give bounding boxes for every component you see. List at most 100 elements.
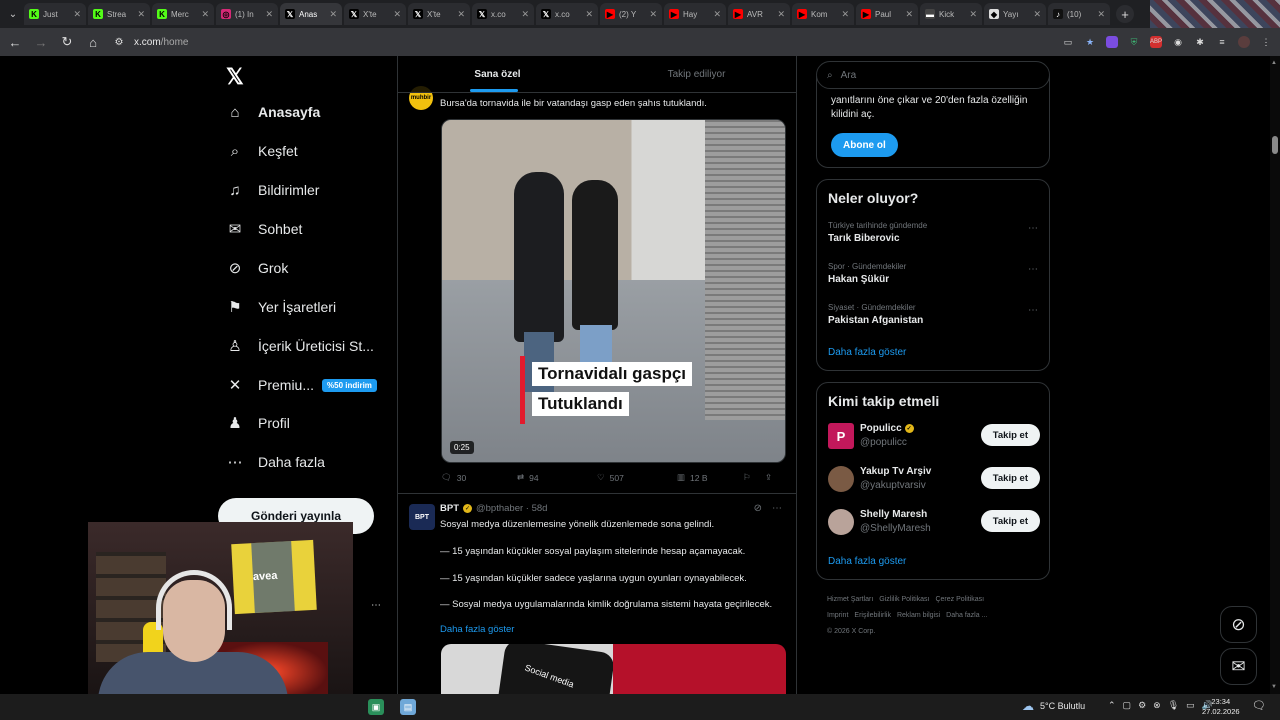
footer-link[interactable]: Reklam bilgisi: [897, 612, 940, 619]
more-options-icon[interactable]: ⋯: [772, 503, 782, 514]
account-name[interactable]: Shelly Maresh: [860, 509, 927, 520]
footer-link[interactable]: Imprint: [827, 612, 848, 619]
account-handle[interactable]: @yakuptvarsiv: [860, 480, 926, 491]
follow-button[interactable]: Takip et: [980, 467, 1040, 489]
browser-tab[interactable]: K Just ✕: [24, 3, 86, 25]
footer-link[interactable]: © 2026 X Corp.: [827, 628, 875, 635]
avatar[interactable]: BPT: [409, 504, 435, 530]
nav-item[interactable]: ⌂ Anasayfa: [226, 103, 320, 121]
follow-button[interactable]: Takip et: [980, 510, 1040, 532]
grok-explain-icon[interactable]: ⊘: [754, 503, 762, 514]
bookmark-star-icon[interactable]: ★: [1084, 36, 1096, 48]
tab-close-icon[interactable]: ✕: [73, 9, 81, 20]
nav-item[interactable]: ✉ Sohbet: [226, 220, 303, 238]
footer-link[interactable]: Çerez Politikası: [935, 596, 984, 603]
nav-item[interactable]: ♟ Profil: [226, 414, 290, 432]
avatar[interactable]: P: [828, 423, 854, 449]
extensions-puzzle-icon[interactable]: ✱: [1194, 36, 1206, 48]
reload-icon[interactable]: ↻: [60, 34, 74, 50]
more-options-icon[interactable]: ⋯: [1028, 264, 1038, 275]
scrollbar-thumb[interactable]: [1272, 136, 1278, 154]
browser-menu-icon[interactable]: ⋮: [1260, 36, 1272, 48]
who-show-more[interactable]: Daha fazla göster: [828, 556, 906, 567]
adblock-icon[interactable]: ABP: [1150, 36, 1162, 48]
tray-app-icon[interactable]: ⊗: [1153, 700, 1161, 711]
trends-show-more[interactable]: Daha fazla göster: [828, 347, 906, 358]
browser-tab[interactable]: 𝕏x.co ✕: [472, 3, 534, 25]
messages-fab-icon[interactable]: ✉: [1220, 648, 1257, 685]
tab-close-icon[interactable]: ✕: [457, 9, 465, 20]
media-control-icon[interactable]: ≡: [1216, 36, 1228, 48]
browser-tab[interactable]: ◆ Yayı ✕: [984, 3, 1046, 25]
page-scrollbar[interactable]: ▲ ▼: [1270, 56, 1280, 694]
tab-close-icon[interactable]: ✕: [521, 9, 529, 20]
clock[interactable]: 23:34 27.02.2026: [1202, 697, 1240, 717]
tweet-author-name[interactable]: BPT: [440, 503, 459, 514]
trend-item[interactable]: Türkiye tarihinde gündemde Tarık Biberovi…: [828, 221, 1038, 244]
tweet-image[interactable]: Social media: [441, 644, 786, 694]
footer-link[interactable]: Gizlilik Politikası: [879, 596, 929, 603]
account-handle[interactable]: @populicc: [860, 437, 907, 448]
nav-item[interactable]: ⋯ Daha fazla: [226, 453, 325, 471]
browser-tab[interactable]: ▶ Kom ✕: [792, 3, 854, 25]
browser-tab[interactable]: 𝕏 Anas ✕: [280, 3, 342, 25]
tweet-video[interactable]: Tornavidalı gaspçı Tutuklandı 0:25: [441, 119, 786, 463]
browser-tab[interactable]: 𝕏 X'te ✕: [344, 3, 406, 25]
tab-following[interactable]: Takip ediliyor: [597, 56, 796, 92]
tweet-handle-time[interactable]: @bpthaber · 58d: [476, 503, 547, 514]
tray-app-icon[interactable]: ⚙: [1138, 700, 1146, 711]
weather-widget[interactable]: ☁ 5°C Bulutlu: [1022, 699, 1085, 713]
tab-close-icon[interactable]: ✕: [201, 9, 209, 20]
taskbar-app-icon[interactable]: ▤: [400, 699, 416, 715]
suggested-account[interactable]: Shelly Maresh @ShellyMaresh Takip et: [828, 507, 1040, 537]
footer-link[interactable]: Erişilebilirlik: [854, 612, 891, 619]
cast-icon[interactable]: ▭: [1062, 36, 1074, 48]
profile-avatar-icon[interactable]: [1238, 36, 1250, 48]
extension-purple-icon[interactable]: [1106, 36, 1118, 48]
notification-icon[interactable]: 🗨: [1252, 699, 1266, 712]
forward-icon[interactable]: →: [34, 35, 48, 50]
tab-close-icon[interactable]: ✕: [137, 9, 145, 20]
tab-close-icon[interactable]: ✕: [649, 9, 657, 20]
nav-item[interactable]: ♙ İçerik Üreticisi St...: [226, 337, 374, 355]
site-info-icon[interactable]: ⚙: [112, 37, 126, 48]
like-button[interactable]: ♡ 507: [597, 472, 677, 483]
browser-tab[interactable]: K Merc ✕: [152, 3, 214, 25]
browser-tab[interactable]: K Strea ✕: [88, 3, 150, 25]
grok-fab-icon[interactable]: ⊘: [1220, 606, 1257, 643]
tab-close-icon[interactable]: ✕: [265, 9, 273, 20]
nav-item[interactable]: ⚑ Yer İşaretleri: [226, 298, 336, 316]
x-logo-icon[interactable]: 𝕏: [226, 64, 244, 90]
account-name[interactable]: Populicc: [860, 423, 902, 434]
browser-tab[interactable]: ▶ Hay ✕: [664, 3, 726, 25]
nav-item[interactable]: ⊘ Grok: [226, 259, 289, 277]
extension-circle-icon[interactable]: ◉: [1172, 36, 1184, 48]
account-handle[interactable]: @ShellyMaresh: [860, 523, 931, 534]
trend-item[interactable]: Spor · Gündemdekiler Hakan Şükür ⋯: [828, 262, 1038, 285]
browser-tab[interactable]: ▶ Paul ✕: [856, 3, 918, 25]
tab-close-icon[interactable]: ✕: [329, 9, 337, 20]
tab-close-icon[interactable]: ✕: [969, 9, 977, 20]
reply-button[interactable]: 🗨 30: [441, 472, 517, 483]
browser-tab[interactable]: 𝕏x.co ✕: [536, 3, 598, 25]
tab-for-you[interactable]: Sana özel: [398, 56, 597, 92]
footer-link[interactable]: Daha fazla ...: [946, 612, 987, 619]
taskbar-app-icon[interactable]: ▣: [368, 699, 384, 715]
browser-tab[interactable]: ◎ (1) In ✕: [216, 3, 278, 25]
nav-item[interactable]: ✕ Premiu... %50 indirim: [226, 376, 377, 394]
tab-close-icon[interactable]: ✕: [1097, 9, 1105, 20]
tab-close-icon[interactable]: ✕: [905, 9, 913, 20]
tab-search-chevron-icon[interactable]: ⌄: [4, 5, 22, 23]
views-button[interactable]: ▥ 12 B: [677, 472, 743, 483]
browser-tab[interactable]: 𝕏 X'te ✕: [408, 3, 470, 25]
follow-button[interactable]: Takip et: [980, 424, 1040, 446]
nav-item[interactable]: ♫ Bildirimler: [226, 181, 319, 199]
new-tab-button[interactable]: +: [1116, 5, 1134, 23]
show-more-link[interactable]: Daha fazla göster: [440, 624, 514, 635]
account-name[interactable]: Yakup Tv Arşiv: [860, 466, 931, 477]
suggested-account[interactable]: P Populicc ✓ @populicc Takip et: [828, 421, 1040, 451]
footer-link[interactable]: Hizmet Şartları: [827, 596, 873, 603]
url-bar[interactable]: ⚙ x.com/home: [112, 37, 1050, 48]
avatar[interactable]: [828, 466, 854, 492]
repost-button[interactable]: ⇄ 94: [517, 472, 597, 483]
